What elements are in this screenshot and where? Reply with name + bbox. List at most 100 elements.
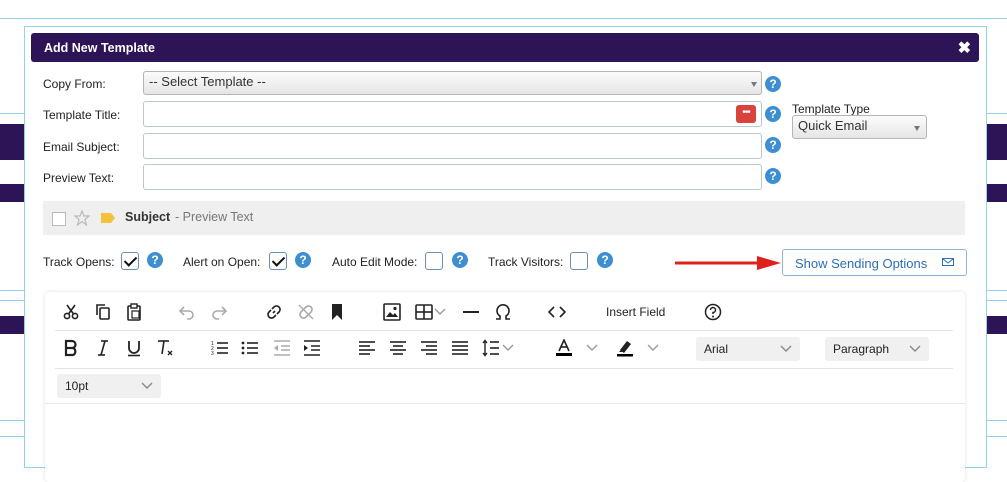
email-subject-label: Email Subject:: [43, 140, 120, 154]
help-icon[interactable]: ?: [452, 252, 468, 268]
clear-formatting-icon[interactable]: [153, 336, 177, 360]
background-band: [985, 316, 1007, 334]
template-title-label: Template Title:: [43, 108, 121, 122]
decrease-indent-icon[interactable]: [270, 336, 294, 360]
underline-icon[interactable]: [122, 336, 146, 360]
link-icon[interactable]: [262, 300, 286, 324]
font-size-dropdown[interactable]: 10pt: [57, 374, 161, 398]
close-icon[interactable]: ✖: [958, 38, 971, 58]
bookmark-icon[interactable]: [325, 300, 349, 324]
template-type-value: Quick Email: [798, 118, 868, 133]
unlink-icon[interactable]: [294, 300, 318, 324]
background-line: [0, 18, 1007, 19]
undo-icon[interactable]: [175, 300, 199, 324]
rich-text-editor: Insert Field 123 Arial Paragraph 10pt: [45, 292, 965, 482]
auto-edit-mode-label: Auto Edit Mode:: [332, 255, 418, 269]
increase-indent-icon[interactable]: [300, 336, 324, 360]
track-visitors-checkbox[interactable]: [570, 252, 588, 270]
editor-toolbar-row-2: 123 Arial Paragraph: [45, 336, 953, 362]
editor-toolbar-row-1: Insert Field: [45, 300, 953, 324]
chevron-down-icon[interactable]: [645, 336, 661, 360]
help-icon[interactable]: ?: [765, 106, 781, 122]
envelope-icon: [942, 258, 954, 266]
bold-icon[interactable]: [59, 336, 83, 360]
red-arrow-annotation: [675, 256, 781, 270]
preview-text-label: Preview Text:: [43, 171, 115, 185]
bullet-list-icon[interactable]: [238, 336, 262, 360]
block-format-value: Paragraph: [833, 342, 890, 356]
track-visitors-label: Track Visitors:: [488, 255, 564, 269]
track-opens-label: Track Opens:: [43, 255, 115, 269]
align-center-icon[interactable]: [386, 336, 410, 360]
help-circle-icon[interactable]: [701, 300, 725, 324]
align-left-icon[interactable]: [355, 336, 379, 360]
star-icon: [74, 210, 90, 226]
help-icon[interactable]: ?: [765, 76, 781, 92]
horizontal-line-icon[interactable]: [459, 300, 483, 324]
background-band: [985, 184, 1007, 202]
inbox-preview: Subject - Preview Text: [43, 201, 965, 235]
auto-edit-mode-checkbox[interactable]: [425, 252, 443, 270]
help-icon[interactable]: ?: [765, 137, 781, 153]
template-type-label: Template Type: [792, 102, 870, 116]
modal-title: Add New Template: [44, 41, 155, 55]
copy-from-value: -- Select Template --: [149, 74, 266, 89]
copy-from-label: Copy From:: [43, 77, 106, 91]
source-code-icon[interactable]: [545, 300, 569, 324]
font-size-value: 10pt: [65, 379, 89, 393]
preview-text-input[interactable]: [143, 164, 762, 190]
caret-down-icon: [751, 82, 757, 87]
block-format-dropdown[interactable]: Paragraph: [825, 337, 929, 361]
insert-field-button[interactable]: Insert Field: [606, 305, 665, 319]
add-template-modal: Add New Template ✖ Copy From: -- Select …: [24, 26, 987, 482]
alert-on-open-checkbox[interactable]: [269, 252, 287, 270]
italic-icon[interactable]: [91, 336, 115, 360]
chevron-down-icon[interactable]: [584, 336, 600, 360]
copy-icon[interactable]: [91, 300, 115, 324]
chevron-down-icon[interactable]: [432, 300, 448, 324]
help-icon[interactable]: ?: [147, 252, 163, 268]
background-band: [0, 184, 24, 202]
font-family-value: Arial: [704, 342, 729, 356]
copy-from-select[interactable]: -- Select Template --: [143, 71, 762, 95]
editor-toolbar-row-3: 10pt: [45, 372, 953, 398]
preview-checkbox-icon: [52, 212, 66, 226]
redo-icon[interactable]: [207, 300, 231, 324]
justify-icon[interactable]: [448, 336, 472, 360]
preview-snippet: - Preview Text: [175, 210, 254, 224]
cut-icon[interactable]: [59, 300, 83, 324]
chevron-down-icon: [780, 345, 792, 352]
help-icon[interactable]: ?: [765, 168, 781, 184]
more-options-icon[interactable]: •••: [736, 105, 756, 123]
show-sending-options-button[interactable]: Show Sending Options: [782, 249, 967, 276]
font-family-dropdown[interactable]: Arial: [696, 337, 800, 361]
email-subject-input[interactable]: [143, 133, 762, 159]
track-opens-checkbox[interactable]: [121, 252, 139, 270]
background-band: [0, 124, 24, 160]
toolbar-divider: [55, 368, 953, 369]
help-icon[interactable]: ?: [597, 252, 613, 268]
toolbar-divider: [55, 330, 953, 331]
svg-text:3: 3: [211, 351, 214, 357]
special-character-icon[interactable]: [491, 300, 515, 324]
alert-on-open-label: Alert on Open:: [183, 255, 261, 269]
label-tag-icon: [101, 213, 115, 223]
highlight-color-icon[interactable]: [613, 336, 637, 360]
template-title-input[interactable]: •••: [143, 101, 762, 127]
background-band: [0, 316, 24, 334]
show-sending-options-label: Show Sending Options: [795, 256, 928, 271]
paste-icon[interactable]: [122, 300, 146, 324]
template-type-select[interactable]: Quick Email: [792, 115, 927, 139]
help-icon[interactable]: ?: [295, 252, 311, 268]
chevron-down-icon: [141, 382, 153, 389]
align-right-icon[interactable]: [417, 336, 441, 360]
modal-header: Add New Template ✖: [31, 33, 979, 62]
chevron-down-icon[interactable]: [500, 336, 516, 360]
editor-content-area[interactable]: [45, 404, 965, 474]
numbered-list-icon[interactable]: 123: [208, 336, 232, 360]
chevron-down-icon: [909, 345, 921, 352]
text-color-icon[interactable]: [552, 336, 576, 360]
image-icon[interactable]: [380, 300, 404, 324]
caret-down-icon: [914, 126, 920, 131]
background-band: [985, 124, 1007, 160]
